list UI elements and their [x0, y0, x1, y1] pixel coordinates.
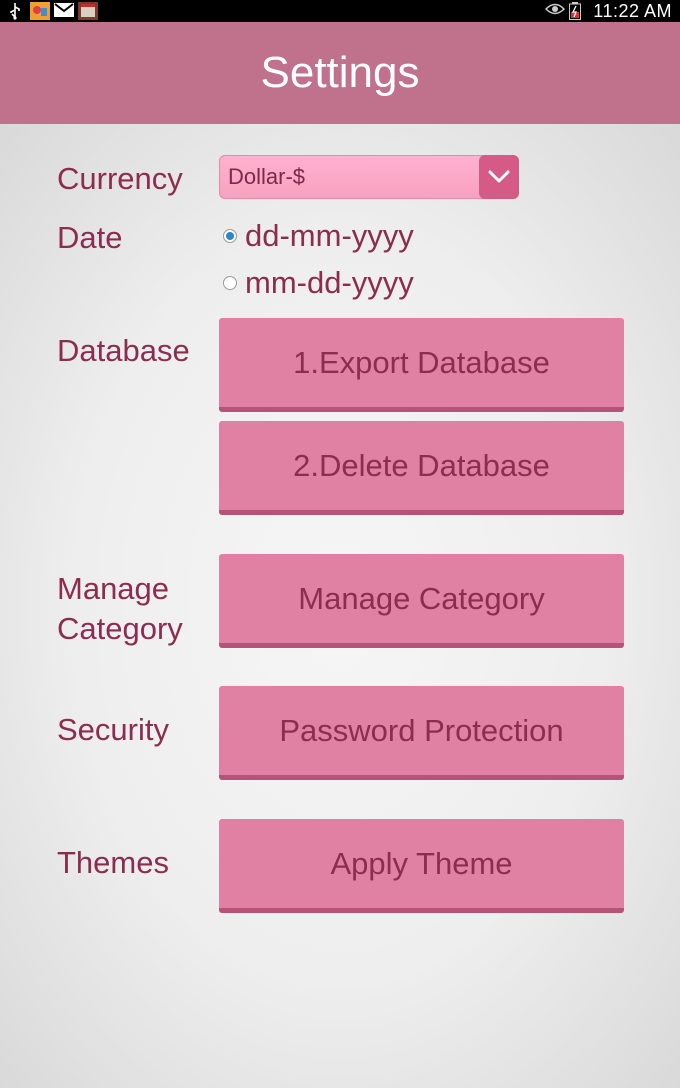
radio-button-unchecked[interactable]	[223, 276, 237, 290]
app-header: Settings	[0, 22, 680, 124]
security-label: Security	[57, 712, 169, 747]
currency-label: Currency	[57, 161, 183, 196]
radio-button-checked[interactable]	[223, 229, 237, 243]
currency-dropdown[interactable]: Dollar-$	[219, 155, 519, 199]
chevron-down-icon[interactable]	[479, 155, 519, 199]
calendar-app-icon	[78, 2, 98, 20]
usb-icon	[6, 2, 24, 20]
eye-icon	[545, 2, 566, 20]
status-bar: 11:22 AM	[0, 0, 680, 22]
date-option-dd-mm-yyyy[interactable]: dd-mm-yyyy	[223, 218, 414, 254]
currency-selected-value: Dollar-$	[228, 164, 306, 189]
date-label: Date	[57, 220, 123, 255]
manage-category-button[interactable]: Manage Category	[219, 554, 624, 648]
password-protection-button[interactable]: Password Protection	[219, 686, 624, 780]
date-option-label: dd-mm-yyyy	[245, 218, 414, 253]
status-time: 11:22 AM	[593, 0, 672, 21]
battery-charging-icon	[569, 2, 587, 20]
export-database-button[interactable]: 1.Export Database	[219, 318, 624, 412]
page-title: Settings	[260, 48, 420, 97]
manage-category-label-line1: Manage	[57, 571, 170, 606]
app-notification-icon	[30, 2, 50, 20]
gmail-icon	[54, 2, 74, 20]
database-label: Database	[57, 333, 190, 368]
themes-label: Themes	[57, 845, 169, 880]
date-option-label: mm-dd-yyyy	[245, 265, 414, 300]
delete-database-button[interactable]: 2.Delete Database	[219, 421, 624, 515]
apply-theme-button[interactable]: Apply Theme	[219, 819, 624, 913]
manage-category-label-line2: Category	[57, 611, 183, 646]
date-option-mm-dd-yyyy[interactable]: mm-dd-yyyy	[223, 265, 414, 301]
